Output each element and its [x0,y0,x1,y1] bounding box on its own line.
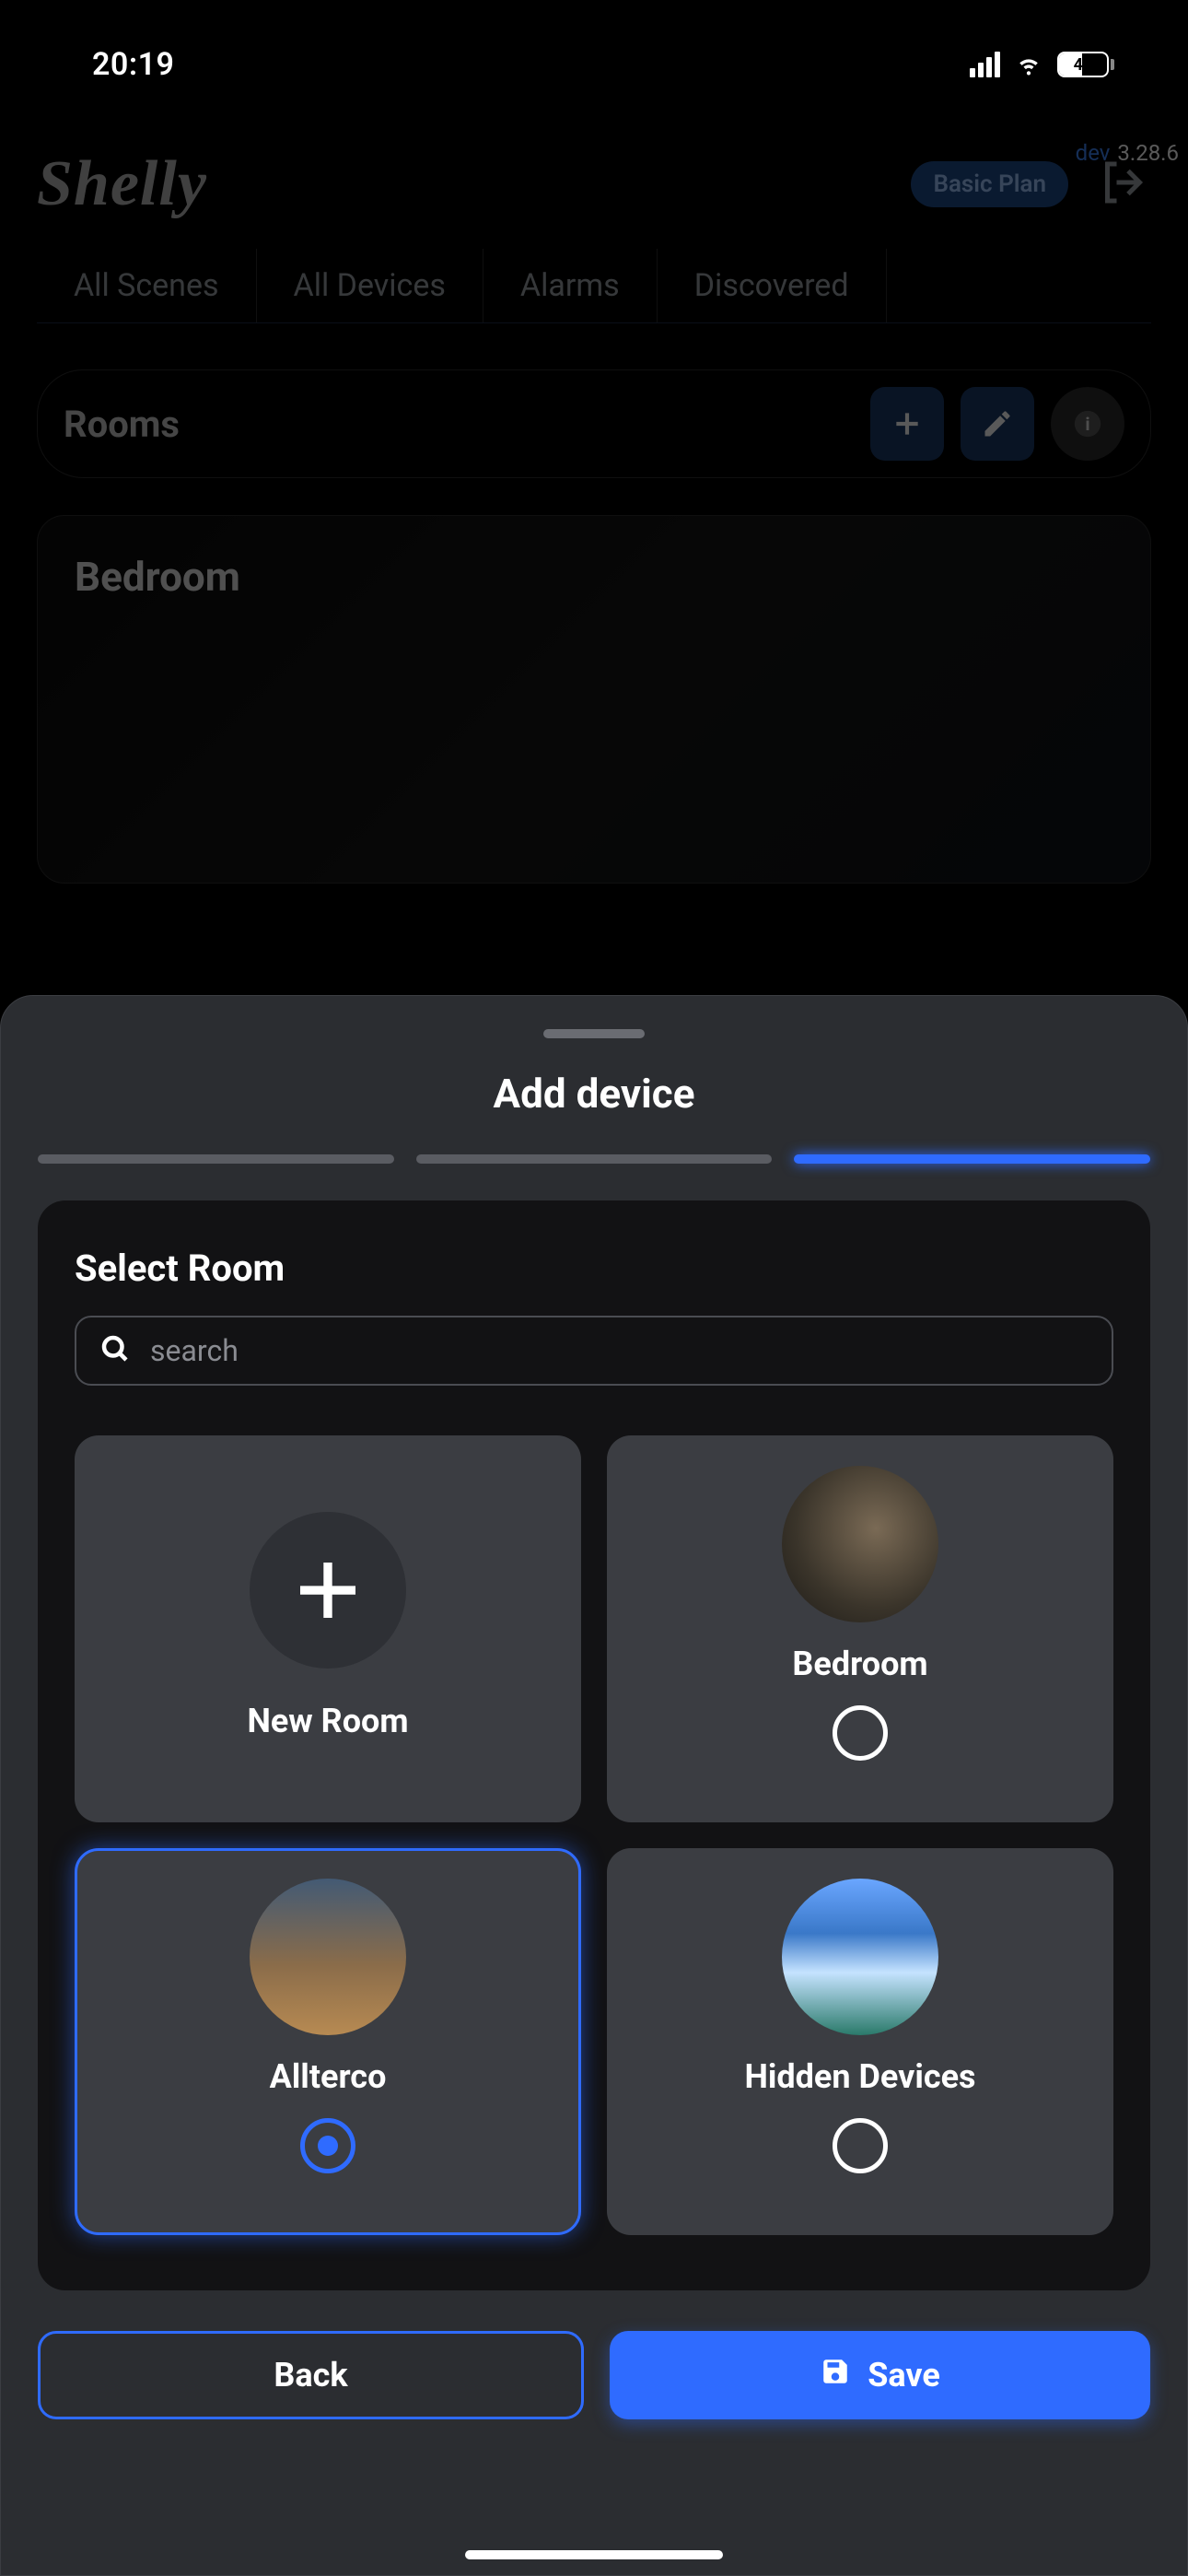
room-grid: New Room Bedroom Allterco Hidden Devices [75,1435,1113,2235]
progress-step-2 [416,1154,773,1164]
tab-all-devices[interactable]: All Devices [257,249,483,322]
battery-level: 48 [1065,55,1101,75]
save-label: Save [868,2356,940,2395]
app-version: dev3.28.6 [1076,140,1179,166]
brand-logo: Shelly [37,147,207,221]
progress-indicator [38,1154,1150,1164]
room-image-bedroom [782,1466,938,1622]
section-title: Rooms [64,403,180,446]
sheet-grabber[interactable] [543,1029,645,1038]
status-bar: 20:19 48 [0,0,1188,129]
search-icon [99,1332,132,1369]
status-indicators: 48 [970,47,1114,82]
tile-label: Hidden Devices [744,2057,975,2096]
rooms-section-bar: Rooms i [37,369,1151,478]
tab-discovered[interactable]: Discovered [658,249,887,322]
save-button[interactable]: Save [610,2331,1150,2419]
panel-title: Select Room [75,1247,1113,1290]
status-time: 20:19 [92,46,174,83]
tile-hidden-devices[interactable]: Hidden Devices [607,1848,1113,2235]
svg-text:i: i [1085,414,1089,435]
version-env: dev [1076,140,1111,166]
cellular-icon [970,52,1000,77]
tile-label: Bedroom [792,1645,927,1683]
plus-icon [250,1512,406,1669]
add-room-button[interactable] [870,387,944,461]
search-field[interactable] [75,1316,1113,1386]
tile-label: Allterco [270,2057,387,2096]
radio-unchecked[interactable] [833,1705,888,1761]
tile-new-room[interactable]: New Room [75,1435,581,1822]
radio-unchecked[interactable] [833,2118,888,2173]
select-room-panel: Select Room New Room Bedroom Allterco [38,1200,1150,2290]
room-image-allterco [250,1879,406,2035]
back-button[interactable]: Back [38,2331,584,2419]
version-number: 3.28.6 [1117,140,1179,166]
tab-all-scenes[interactable]: All Scenes [37,249,257,322]
plan-badge[interactable]: Basic Plan [911,161,1068,207]
room-card-title: Bedroom [75,553,1113,601]
sheet-footer: Back Save [38,2331,1150,2419]
radio-checked[interactable] [300,2118,355,2173]
tile-label: New Room [247,1702,408,1740]
wifi-icon [1013,47,1044,82]
nav-tabs: All Scenes All Devices Alarms Discovered [37,249,1151,323]
tab-alarms[interactable]: Alarms [483,249,658,322]
home-indicator[interactable] [465,2550,723,2559]
battery-indicator: 48 [1057,52,1114,77]
edit-rooms-button[interactable] [961,387,1034,461]
info-button[interactable]: i [1051,387,1124,461]
progress-step-1 [38,1154,394,1164]
progress-step-3 [794,1154,1150,1164]
room-card-bedroom[interactable]: Bedroom [37,515,1151,884]
room-image-hidden [782,1879,938,2035]
add-device-sheet: Add device Select Room New Room Bedroom [0,995,1188,2576]
sheet-title: Add device [38,1070,1150,1118]
search-input[interactable] [150,1333,1089,1368]
tile-bedroom[interactable]: Bedroom [607,1435,1113,1822]
tile-allterco[interactable]: Allterco [75,1848,581,2235]
save-icon [820,2356,851,2395]
